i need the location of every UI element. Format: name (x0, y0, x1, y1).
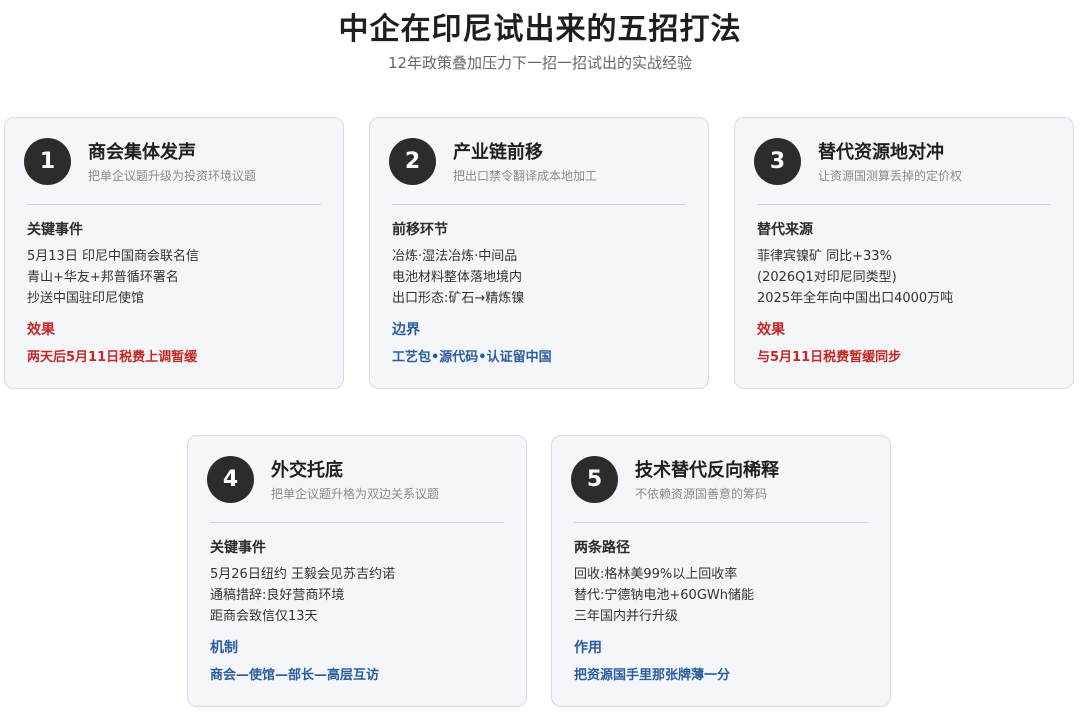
card-title: 技术替代反向稀释 (635, 460, 779, 481)
detail-line: 菲律宾镍矿 同比+33% (757, 249, 892, 264)
section-label: 前移环节 (392, 222, 448, 238)
detail-line: 通稿措辞:良好营商环境 (210, 588, 345, 603)
detail-line: (2026Q1对印尼同类型) (757, 270, 897, 285)
step-number-badge: 5 (571, 456, 618, 503)
result-text: 把资源国手里那张牌薄一分 (574, 668, 731, 683)
step-number-badge: 2 (389, 138, 436, 185)
section-label: 替代来源 (757, 222, 813, 238)
card-description: 把单企议题升级为投资环境议题 (88, 169, 257, 183)
result-label: 作用 (574, 640, 602, 656)
card-description: 把单企议题升格为双边关系议题 (271, 487, 440, 501)
detail-line: 冶炼·湿法冶炼·中间品 (392, 249, 518, 264)
detail-line: 5月26日纽约 王毅会见苏吉约诺 (210, 567, 395, 582)
detail-line: 替代:宁德钠电池+60GWh储能 (574, 588, 754, 603)
detail-line: 出口形态:矿石→精炼镍 (392, 291, 525, 306)
detail-line: 青山+华友+邦普循环署名 (27, 270, 179, 285)
detail-line: 电池材料整体落地境内 (392, 270, 523, 285)
result-text: 与5月11日税费暂缓同步 (757, 350, 902, 365)
detail-line: 三年国内并行升级 (574, 609, 679, 624)
card-3: 3 替代资源地对冲 让资源国测算丢掉的定价权 替代来源 菲律宾镍矿 同比+33%… (734, 117, 1074, 389)
result-text: 工艺包•源代码•认证留中国 (392, 350, 552, 365)
card-description: 让资源国测算丢掉的定价权 (818, 169, 963, 183)
card-2: 2 产业链前移 把出口禁令翻译成本地加工 前移环节 冶炼·湿法冶炼·中间品 电池… (369, 117, 709, 389)
section-label: 关键事件 (27, 222, 83, 238)
divider (210, 522, 504, 523)
result-label: 机制 (210, 640, 238, 656)
card-title: 替代资源地对冲 (818, 142, 944, 163)
divider (757, 204, 1051, 205)
detail-line: 5月13日 印尼中国商会联名信 (27, 249, 199, 264)
detail-line: 回收:格林美99%以上回收率 (574, 567, 738, 582)
result-text: 两天后5月11日税费上调暂缓 (27, 350, 198, 365)
result-label: 效果 (757, 322, 785, 338)
result-text: 商会—使馆—部长—高层互访 (210, 668, 380, 683)
detail-line: 抄送中国驻印尼使馆 (27, 291, 145, 306)
divider (27, 204, 321, 205)
divider (392, 204, 686, 205)
page-title: 中企在印尼试出来的五招打法 (338, 12, 742, 47)
card-title: 商会集体发声 (88, 142, 196, 163)
detail-line: 2025年全年向中国出口4000万吨 (757, 291, 954, 306)
result-label: 效果 (27, 322, 55, 338)
divider (574, 522, 868, 523)
card-title: 外交托底 (271, 460, 343, 481)
step-number-badge: 1 (24, 138, 71, 185)
result-label: 边界 (392, 322, 420, 338)
step-number-badge: 4 (207, 456, 254, 503)
card-title: 产业链前移 (453, 142, 543, 163)
detail-line: 距商会致信仅13天 (210, 609, 318, 624)
card-5: 5 技术替代反向稀释 不依赖资源国善意的筹码 两条路径 回收:格林美99%以上回… (551, 435, 891, 707)
section-label: 关键事件 (210, 540, 266, 556)
page-subtitle: 12年政策叠加压力下一招一招试出的实战经验 (387, 54, 693, 72)
card-4: 4 外交托底 把单企议题升格为双边关系议题 关键事件 5月26日纽约 王毅会见苏… (187, 435, 527, 707)
card-1: 1 商会集体发声 把单企议题升级为投资环境议题 关键事件 5月13日 印尼中国商… (4, 117, 344, 389)
section-label: 两条路径 (574, 540, 630, 556)
step-number-badge: 3 (754, 138, 801, 185)
card-description: 不依赖资源国善意的筹码 (635, 487, 768, 501)
card-description: 把出口禁令翻译成本地加工 (453, 169, 598, 183)
